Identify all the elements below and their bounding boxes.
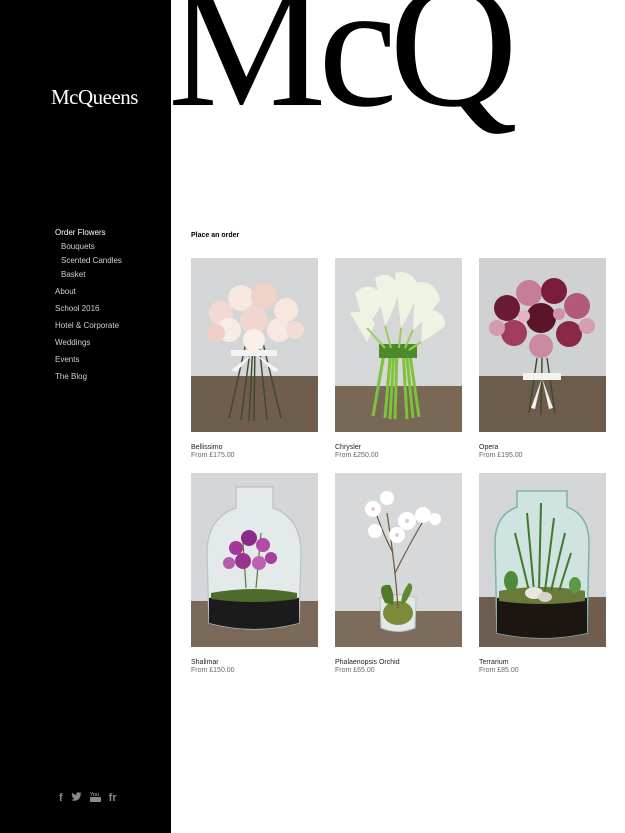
youtube-icon[interactable]: You — [89, 791, 101, 805]
product-price: From £175.00 — [191, 452, 235, 459]
nav-events[interactable]: Events — [55, 356, 122, 364]
product-name[interactable]: Terrarium — [479, 658, 606, 667]
product-card[interactable]: Phalaenopsis Orchid From £65.00 — [335, 473, 462, 675]
product-price: From £150.00 — [191, 667, 235, 674]
twitter-icon[interactable] — [70, 792, 82, 804]
logo[interactable]: McQueens — [51, 85, 138, 110]
product-card[interactable]: Bellissimo From £175.00 — [191, 258, 318, 460]
product-name[interactable]: Bellissimo — [191, 443, 318, 452]
product-image[interactable] — [479, 473, 606, 647]
flickr-icon[interactable]: fr — [109, 792, 117, 804]
nav-basket[interactable]: Basket — [55, 271, 122, 279]
product-price: From £195.00 — [479, 452, 523, 459]
product-price: From £65.00 — [335, 667, 375, 674]
product-image[interactable] — [335, 258, 462, 432]
sidebar: McQueens Order Flowers Bouquets Scented … — [0, 0, 171, 833]
product-price: From £85.00 — [479, 667, 519, 674]
product-card[interactable]: Shalimar From £150.00 — [191, 473, 318, 675]
nav-hotel-corporate[interactable]: Hotel & Corporate — [55, 322, 122, 330]
product-card[interactable]: Terrarium From £85.00 — [479, 473, 606, 675]
page-title: Place an order — [191, 232, 240, 239]
product-name[interactable]: Chrysler — [335, 443, 462, 452]
product-image[interactable] — [191, 473, 318, 647]
product-name[interactable]: Opera — [479, 443, 606, 452]
nav-about[interactable]: About — [55, 288, 122, 296]
nav-weddings[interactable]: Weddings — [55, 339, 122, 347]
product-image[interactable] — [479, 258, 606, 432]
product-card[interactable]: Opera From £195.00 — [479, 258, 606, 460]
facebook-icon[interactable]: f — [59, 792, 63, 804]
nav-scented-candles[interactable]: Scented Candles — [55, 257, 122, 265]
product-card[interactable]: Chrysler From £250.00 — [335, 258, 462, 460]
nav-bouquets[interactable]: Bouquets — [55, 243, 122, 251]
mcq-banner: McQ — [168, 0, 518, 144]
product-name[interactable]: Phalaenopsis Orchid — [335, 658, 462, 667]
nav-school-2016[interactable]: School 2016 — [55, 305, 122, 313]
product-price: From £250.00 — [335, 452, 379, 459]
product-image[interactable] — [191, 258, 318, 432]
product-image[interactable] — [335, 473, 462, 647]
product-name[interactable]: Shalimar — [191, 658, 318, 667]
social-links: f You fr — [59, 791, 117, 805]
nav-the-blog[interactable]: The Blog — [55, 373, 122, 381]
main-nav: Order Flowers Bouquets Scented Candles B… — [55, 229, 122, 381]
nav-order-flowers[interactable]: Order Flowers — [55, 229, 122, 237]
